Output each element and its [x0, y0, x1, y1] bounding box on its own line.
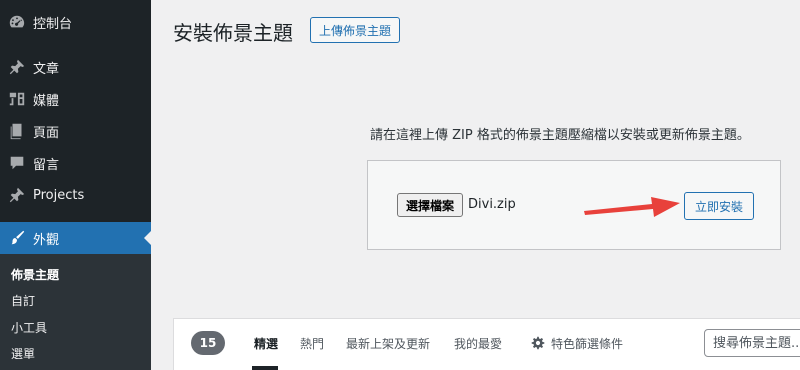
- pushpin-icon: [7, 185, 27, 205]
- sidebar-item-label: 外觀: [33, 232, 60, 248]
- submenu-item-themes[interactable]: 佈景主題: [11, 266, 59, 283]
- tab-featured[interactable]: 精選: [254, 335, 278, 352]
- selected-file-name: Divi.zip: [468, 197, 516, 212]
- tab-latest[interactable]: 最新上架及更新: [346, 335, 430, 352]
- tab-popular[interactable]: 熱門: [300, 335, 324, 352]
- theme-search-input[interactable]: [704, 329, 800, 357]
- sidebar-item-label: 控制台: [33, 16, 73, 32]
- tab-feature-filter[interactable]: 特色篩選條件: [551, 335, 623, 352]
- submenu-item-menus[interactable]: 選單: [11, 345, 35, 362]
- sidebar-item-label: 媒體: [33, 93, 60, 109]
- pages-icon: [7, 121, 27, 141]
- page-title: 安裝佈景主題: [173, 21, 293, 45]
- sidebar-item-appearance[interactable]: 外觀: [0, 222, 151, 254]
- appearance-icon: [7, 228, 27, 248]
- sidebar-item-label: 頁面: [33, 125, 60, 141]
- active-tab-underline: [252, 366, 278, 370]
- sidebar-item-dashboard[interactable]: 控制台: [0, 6, 151, 38]
- comments-icon: [7, 153, 27, 173]
- theme-count-badge: 15: [191, 331, 225, 355]
- media-icon: [7, 89, 27, 109]
- submenu-item-widgets[interactable]: 小工具: [11, 319, 47, 336]
- sidebar-item-label: 文章: [33, 61, 60, 77]
- sidebar-item-projects[interactable]: Projects: [0, 179, 151, 211]
- submenu-item-customize[interactable]: 自訂: [11, 292, 35, 309]
- gear-icon[interactable]: [531, 336, 545, 350]
- install-now-button[interactable]: 立即安裝: [684, 192, 754, 220]
- choose-file-button[interactable]: 選擇檔案: [397, 193, 463, 217]
- sidebar-item-label: Projects: [33, 187, 85, 203]
- sidebar-item-pages[interactable]: 頁面: [0, 115, 151, 147]
- sidebar-item-comments[interactable]: 留言: [0, 147, 151, 179]
- upload-help-text: 請在這裡上傳 ZIP 格式的佈景主題壓縮檔以安裝或更新佈景主題。: [370, 128, 750, 143]
- admin-sidebar: 控制台 文章 媒體 頁面 留言 Projects 外觀 佈景主題 自訂 小工具 …: [0, 0, 151, 370]
- tab-favorites[interactable]: 我的最愛: [454, 335, 502, 352]
- pushpin-icon: [7, 57, 27, 77]
- red-arrow-annotation: [584, 197, 680, 217]
- sidebar-item-media[interactable]: 媒體: [0, 83, 151, 115]
- dashboard-icon: [7, 12, 27, 32]
- sidebar-item-posts[interactable]: 文章: [0, 51, 151, 83]
- sidebar-item-label: 留言: [33, 157, 60, 173]
- upload-theme-button[interactable]: 上傳佈景主題: [310, 17, 400, 43]
